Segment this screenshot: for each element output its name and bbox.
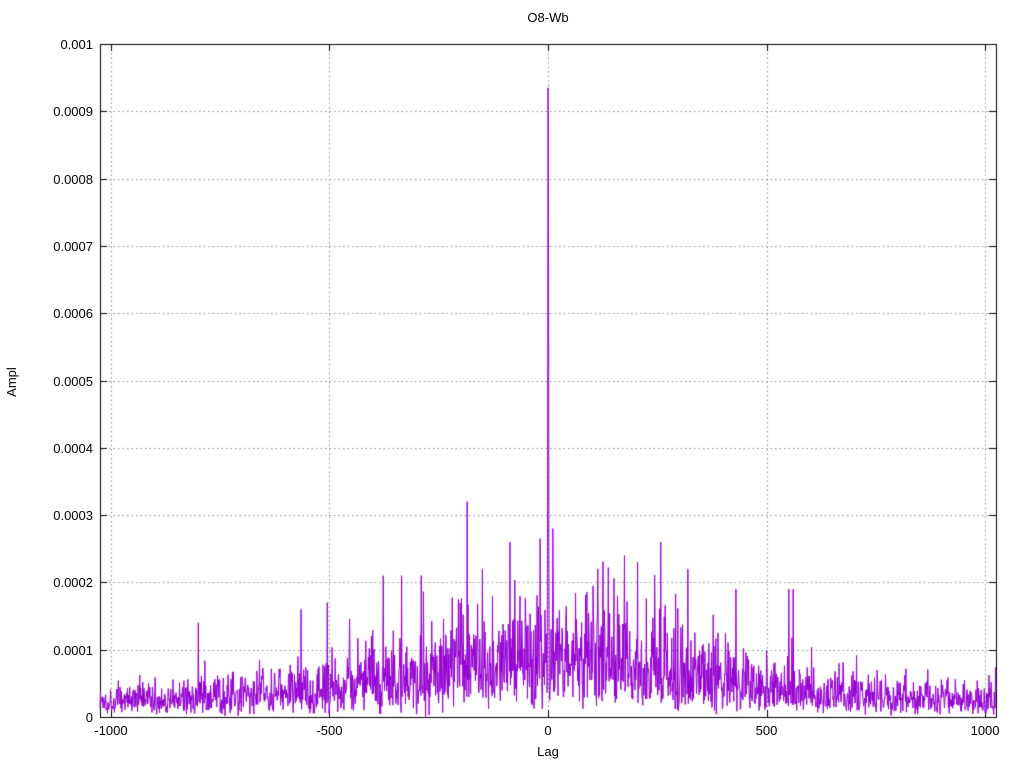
- x-tick-label: 500: [755, 723, 778, 738]
- x-tick-label: -1000: [94, 723, 128, 738]
- y-tick-label: 0.0002: [53, 575, 93, 591]
- y-tick-label: 0: [85, 710, 93, 725]
- x-tick-label: 1000: [970, 723, 1000, 738]
- plot-canvas: [0, 0, 1024, 768]
- y-tick-label: 0.0003: [53, 508, 93, 524]
- y-tick-label: 0.0008: [53, 171, 93, 187]
- y-tick-label: 0.0005: [53, 373, 93, 389]
- x-tick-label: 0: [544, 723, 552, 738]
- chart-title: O8-Wb: [527, 10, 569, 25]
- y-tick-label: 0.0006: [53, 306, 93, 322]
- correlation-chart: O8-Wb Ampl Lag 0 0.0001 0.0002 0.0003 0.0004…: [0, 0, 1024, 768]
- y-tick-label: 0.001: [60, 37, 93, 52]
- y-tick-label: 0.0004: [53, 440, 93, 456]
- y-tick-label: 0.0009: [53, 104, 93, 120]
- y-tick-label: 0.0007: [53, 238, 93, 254]
- x-axis-title: Lag: [537, 744, 559, 759]
- x-tick-label: -500: [316, 723, 343, 738]
- y-tick-label: 0.0001: [53, 642, 93, 658]
